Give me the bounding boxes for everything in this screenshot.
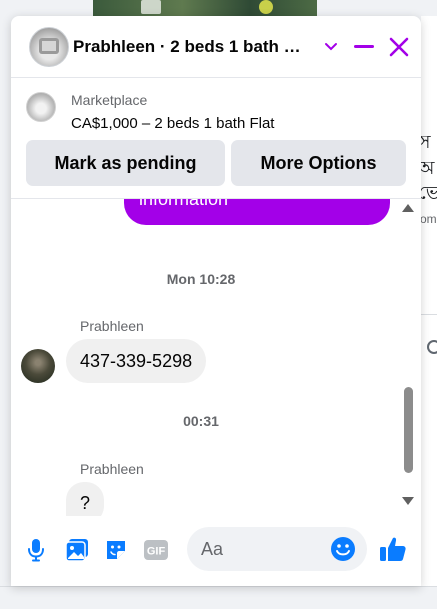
minimize-icon[interactable]: [352, 35, 376, 59]
photo-icon[interactable]: [64, 537, 90, 563]
background-image-badge: [259, 0, 273, 14]
more-options-button[interactable]: More Options: [231, 140, 406, 186]
sender-name: Prabhleen: [80, 461, 144, 477]
gif-icon[interactable]: GIF: [143, 537, 169, 563]
chat-header[interactable]: Prabhleen · 2 beds 1 bath …: [11, 16, 421, 78]
sent-message-bubble[interactable]: information: [124, 199, 390, 225]
listing-thumbnail[interactable]: [26, 92, 56, 122]
background-right-panel: [421, 16, 437, 586]
background-text: om: [420, 212, 437, 226]
scrollbar-thumb[interactable]: [404, 387, 413, 473]
message-composer: GIF: [11, 516, 421, 586]
received-message-bubble[interactable]: ?: [66, 482, 105, 516]
mark-as-pending-button[interactable]: Mark as pending: [26, 140, 225, 186]
background-icon: [427, 340, 437, 354]
thumbs-up-icon[interactable]: [378, 534, 408, 564]
scroll-up-arrow-icon[interactable]: [402, 204, 414, 212]
message-timestamp: Mon 10:28: [166, 271, 236, 287]
close-icon[interactable]: [387, 35, 411, 59]
sticker-icon[interactable]: [103, 537, 129, 563]
microphone-icon[interactable]: [23, 537, 49, 563]
chevron-down-icon[interactable]: [319, 35, 343, 59]
background-listing-image: [93, 0, 317, 16]
conversation-avatar[interactable]: [29, 26, 69, 67]
chat-window: Prabhleen · 2 beds 1 bath … Marketplace …: [11, 16, 421, 586]
listing-price-title[interactable]: CA$1,000 – 2 beds 1 bath Flat: [71, 115, 274, 132]
received-message-bubble[interactable]: 437-339-5298: [66, 339, 207, 383]
background-image-highlight: [141, 0, 161, 14]
scroll-down-arrow-icon[interactable]: [402, 497, 414, 505]
background-divider: [421, 314, 437, 315]
message-list[interactable]: information Mon 10:28 Prabhleen 437-339-…: [11, 199, 421, 516]
conversation-title[interactable]: Prabhleen · 2 beds 1 bath …: [73, 37, 313, 57]
background-taskbar: [0, 586, 437, 609]
svg-text:GIF: GIF: [147, 546, 166, 558]
listing-source-label: Marketplace: [71, 92, 148, 108]
sender-name: Prabhleen: [80, 318, 144, 334]
emoji-icon[interactable]: [330, 536, 356, 562]
contact-avatar[interactable]: [21, 349, 55, 383]
message-timestamp: 00:31: [183, 413, 219, 429]
